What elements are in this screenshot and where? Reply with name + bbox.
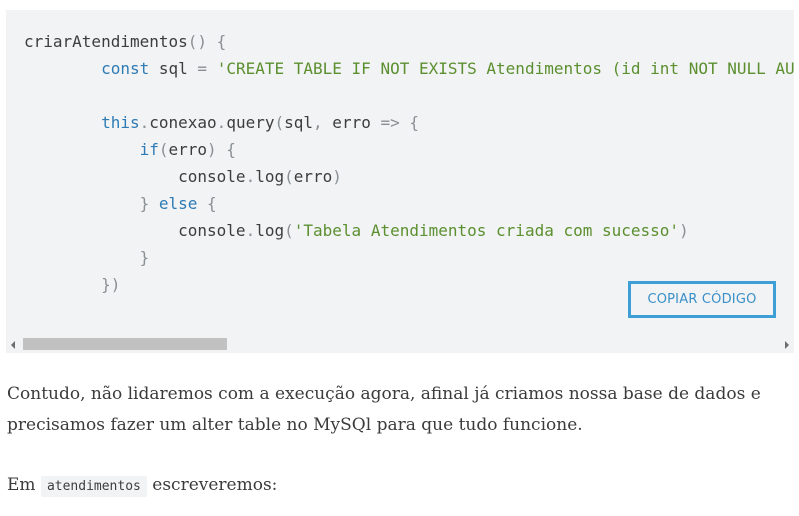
- paragraph-explanation: Contudo, não lidaremos com a execução ag…: [7, 384, 761, 435]
- code-token: log: [255, 167, 285, 186]
- code-token: ) {: [207, 140, 236, 159]
- scroll-right-arrow-icon[interactable]: [785, 341, 789, 349]
- code-content: criarAtendimentos() { const sql = 'CREAT…: [24, 28, 794, 298]
- code-token: .: [216, 113, 227, 132]
- paragraph-text-before: Em: [7, 475, 41, 495]
- code-line: console.log(erro): [24, 167, 342, 186]
- paragraph-text-after: escreveremos:: [146, 475, 278, 495]
- code-token: sql: [284, 113, 314, 132]
- code-token: criarAtendimentos: [24, 32, 188, 51]
- copy-code-button[interactable]: COPIAR CÓDIGO: [628, 281, 776, 318]
- code-token: console: [24, 221, 246, 240]
- code-token: this: [101, 113, 140, 132]
- code-line: console.log('Tabela Atendimentos criada …: [24, 221, 689, 240]
- code-token: erro: [168, 140, 208, 159]
- code-token: erro: [322, 113, 381, 132]
- code-token: 'CREATE TABLE IF NOT EXISTS Atendimentos…: [216, 59, 794, 78]
- inline-code-atendimentos: atendimentos: [40, 476, 147, 497]
- code-token: if: [139, 140, 159, 159]
- code-token: ): [332, 167, 342, 186]
- code-token: () {: [187, 32, 227, 51]
- code-token: =: [197, 59, 208, 78]
- code-line: }: [24, 248, 150, 267]
- scroll-left-arrow-icon[interactable]: [11, 341, 15, 349]
- code-token: else: [158, 194, 198, 213]
- code-token: ,: [313, 113, 323, 132]
- code-token: => {: [380, 113, 419, 132]
- code-token: }): [101, 275, 121, 294]
- code-token: {: [207, 194, 217, 213]
- code-token: erro: [293, 167, 333, 186]
- code-token: }: [139, 194, 150, 213]
- code-block: criarAtendimentos() { const sql = 'CREAT…: [6, 10, 794, 353]
- code-line: } else {: [24, 194, 217, 213]
- code-line: const sql = 'CREATE TABLE IF NOT EXISTS …: [24, 59, 794, 78]
- code-token: .: [245, 221, 256, 240]
- code-token: query: [226, 113, 275, 132]
- code-token: log: [255, 221, 285, 240]
- horizontal-scrollbar[interactable]: [6, 335, 794, 353]
- paragraph-intro-code: Em atendimentos escreveremos:: [7, 470, 792, 502]
- code-token: ): [679, 221, 689, 240]
- code-token: sql: [149, 59, 198, 78]
- code-token: (: [284, 221, 294, 240]
- code-token: (: [274, 113, 285, 132]
- code-token: conexao: [149, 113, 217, 132]
- code-token: .: [139, 113, 150, 132]
- scrollbar-thumb[interactable]: [23, 338, 227, 350]
- code-token: (: [158, 140, 169, 159]
- code-token: }: [139, 248, 150, 267]
- code-token: const: [101, 59, 150, 78]
- code-token: .: [245, 167, 256, 186]
- code-line: this.conexao.query(sql, erro => {: [24, 113, 419, 132]
- code-token: (: [284, 167, 294, 186]
- code-line: criarAtendimentos() {: [24, 32, 226, 51]
- code-line: }): [24, 275, 120, 294]
- code-token: console: [24, 167, 246, 186]
- code-token: 'Tabela Atendimentos criada com sucesso': [293, 221, 680, 240]
- code-line: if(erro) {: [24, 140, 236, 159]
